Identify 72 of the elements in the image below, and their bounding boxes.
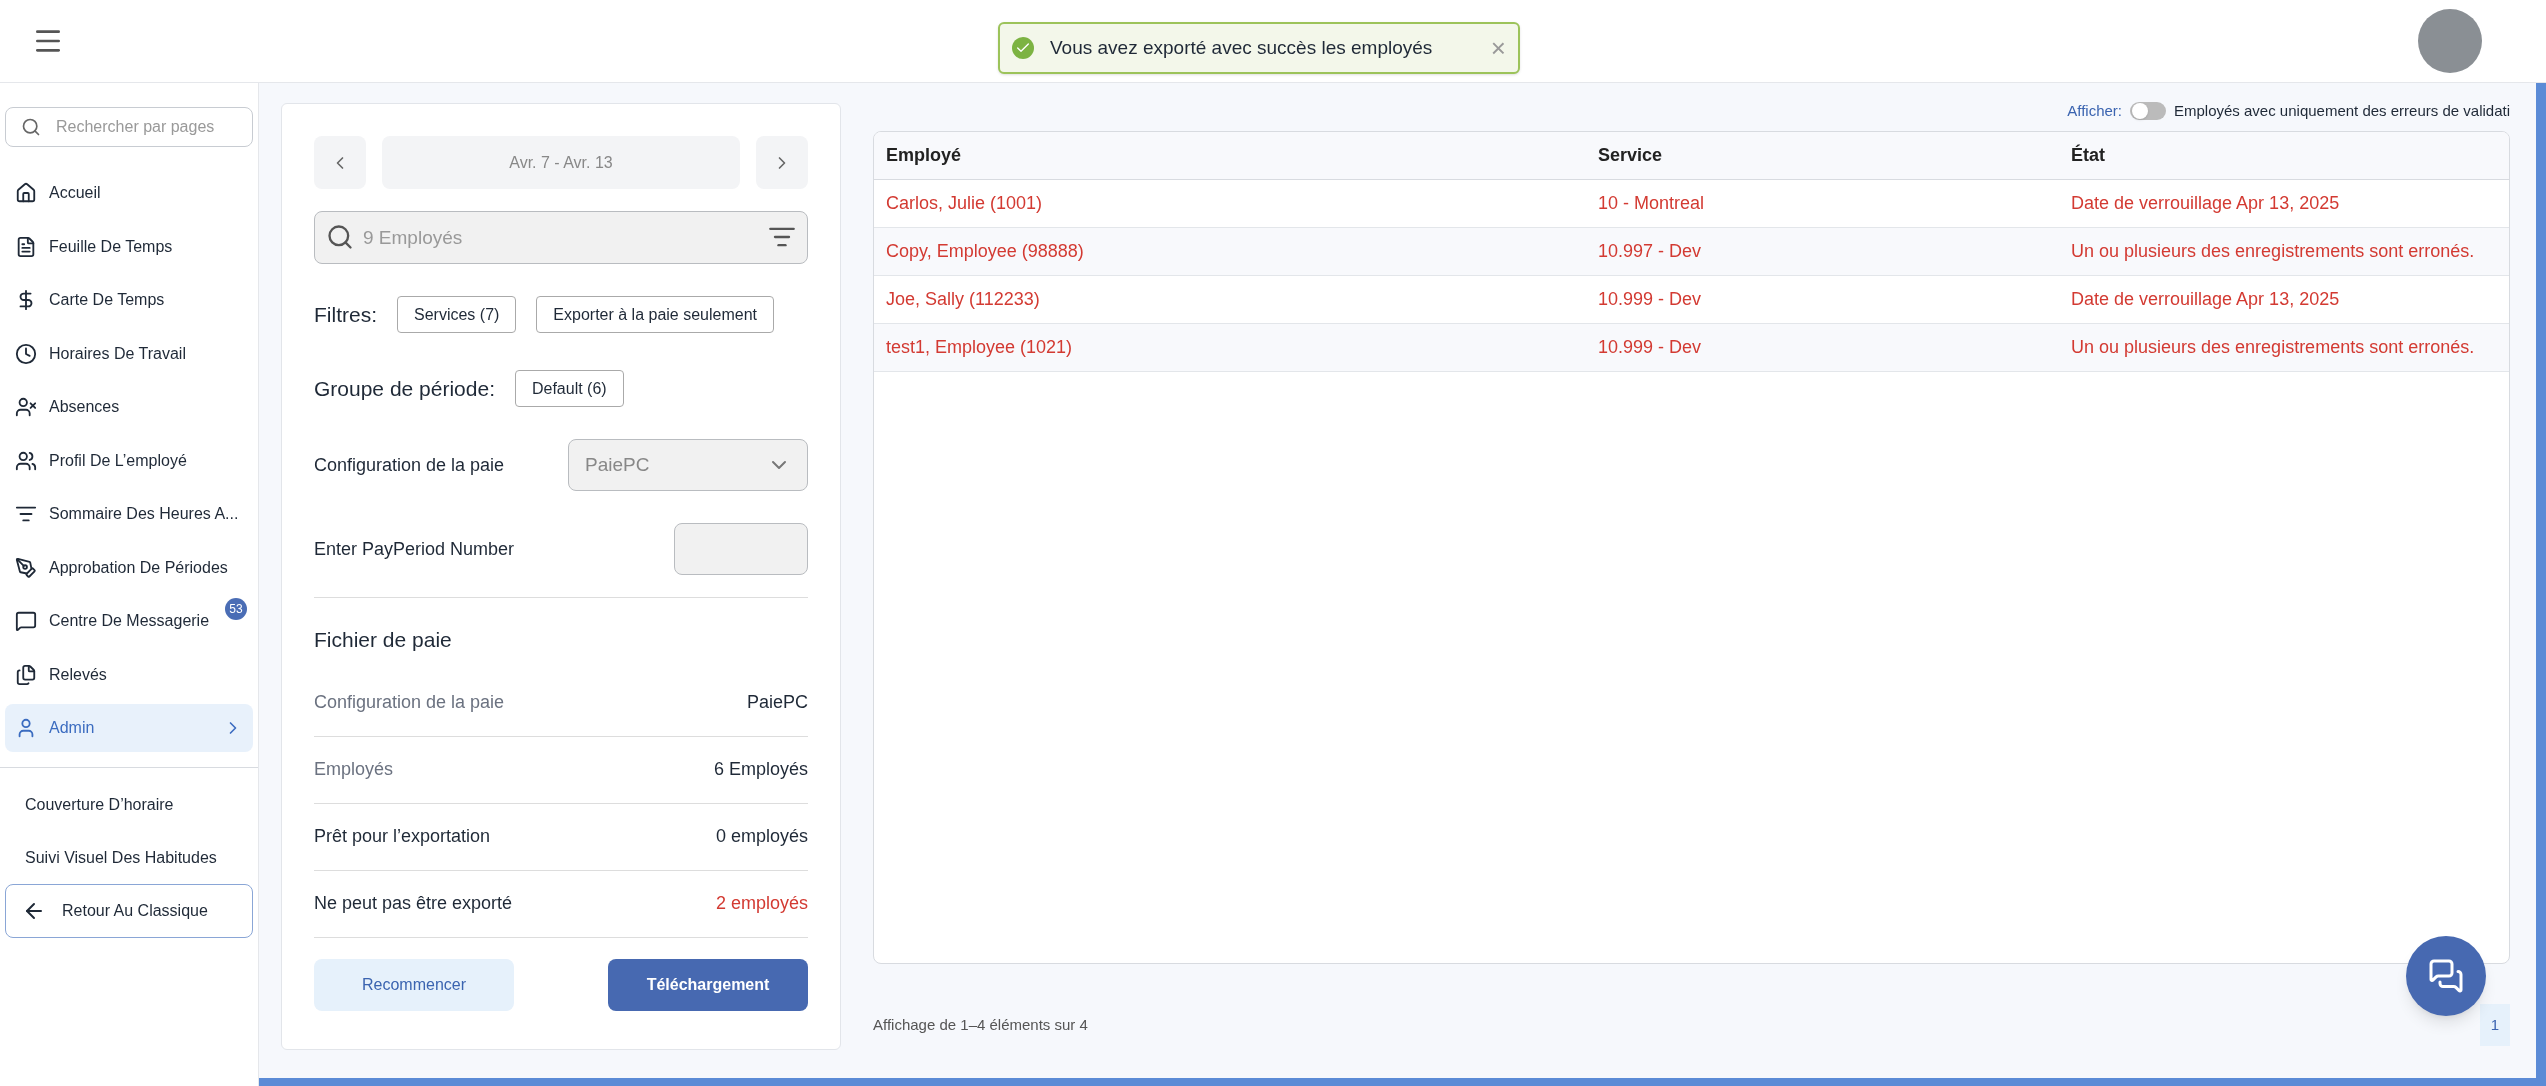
table-cell-text: Carlos, Julie (1001): [886, 192, 1044, 215]
column-header[interactable]: Service: [1598, 142, 2071, 169]
table-cell-text: 10.997 - Dev: [1598, 240, 1703, 263]
previous-button[interactable]: [314, 136, 366, 189]
filter-chip[interactable]: Services (7): [397, 296, 517, 333]
page-button[interactable]: 1: [2480, 1004, 2510, 1046]
sidebar-item[interactable]: Horaires De Travail: [5, 329, 253, 378]
pagination-summary: Affichage de 1–4 éléments sur 4: [873, 1014, 1088, 1035]
sidebar-item[interactable]: Admin: [5, 704, 253, 752]
user-x-icon: [15, 396, 37, 418]
toggle-label: Afficher:: [2067, 100, 2122, 121]
employee-search-field[interactable]: 9 Employés: [314, 211, 808, 264]
summary-label: Employés: [314, 758, 394, 781]
summary-value: 2 employés: [715, 892, 808, 915]
sidebar-item[interactable]: Absences: [5, 383, 253, 431]
config-label: Configuration de la paie: [314, 453, 505, 477]
search-icon: [326, 223, 354, 251]
summary-value: PaiePC: [746, 691, 808, 714]
search-field[interactable]: Rechercher par pages: [5, 107, 253, 147]
table-cell-text: Un ou plusieurs des enregistrements sont erronés.: [2071, 336, 2476, 359]
search-icon: [21, 117, 41, 137]
sidebar-link[interactable]: Couverture D’horaire: [0, 778, 258, 831]
table-cell-text: test1, Employee (1021): [886, 336, 1074, 359]
group-label: Groupe de période:: [314, 375, 495, 402]
files-icon: [15, 663, 37, 686]
home-icon: [15, 182, 37, 204]
sidebar-item[interactable]: Approbation De Périodes: [5, 543, 253, 592]
horizontal-scrollbar[interactable]: [259, 1078, 2536, 1086]
sidebar-link[interactable]: Suivi Visuel Des Habitudes: [0, 831, 258, 884]
summary-value: 6 Employés: [713, 758, 808, 781]
next-button[interactable]: [756, 136, 808, 189]
summary-label: Prêt pour l’exportation: [314, 825, 491, 848]
chat-icon: [15, 610, 37, 632]
back-button[interactable]: Retour Au Classique: [5, 884, 253, 938]
payperiod-label: Enter PayPeriod Number: [314, 537, 515, 561]
table-cell-text: 10 - Montreal: [1598, 192, 1706, 215]
document-icon: [15, 235, 37, 258]
sidebar-item[interactable]: Sommaire Des Heures A...: [5, 490, 253, 538]
download-button[interactable]: Téléchargement: [608, 958, 808, 1011]
pen-icon: [15, 556, 37, 579]
toggle-text: Employés avec uniquement des erreurs de validati: [2174, 100, 2510, 121]
table-cell-text: Joe, Sally (112233): [886, 288, 1041, 311]
sidebar-item[interactable]: Feuille De Temps: [5, 222, 253, 271]
group-chip[interactable]: Default (6): [514, 370, 624, 407]
restart-button[interactable]: Recommencer: [314, 958, 514, 1011]
filter-chip[interactable]: Exporter à la paie seulement: [536, 296, 775, 333]
check-icon: [1012, 37, 1034, 59]
table-cell-text: Copy, Employee (98888): [886, 240, 1085, 263]
sidebar-item[interactable]: Carte De Temps: [5, 276, 253, 324]
sidebar-item[interactable]: Profil De L’employé: [5, 436, 253, 485]
users-icon: [15, 449, 37, 472]
filters-label: Filtres:: [314, 301, 377, 328]
column-header[interactable]: Employé: [886, 142, 1598, 169]
table-cell-text: Un ou plusieurs des enregistrements sont erronés.: [2071, 240, 2476, 263]
toast-message: Vous avez exporté avec succès les employés: [1050, 35, 1434, 60]
chat-icon: [2428, 958, 2464, 994]
file-title: Fichier de paie: [314, 627, 453, 653]
table-cell-text: 10.999 - Dev: [1598, 288, 1703, 311]
sidebar-item[interactable]: Centre De Messagerie 53: [5, 597, 253, 645]
summary-value: 0 employés: [715, 825, 808, 848]
payperiod-input[interactable]: [674, 523, 808, 575]
column-header[interactable]: État: [2071, 142, 2497, 169]
toggle-switch[interactable]: [2130, 102, 2166, 120]
summary-label: Ne peut pas être exporté: [314, 892, 513, 915]
clock-icon: [15, 342, 37, 365]
table-cell-text: Date de verrouillage Apr 13, 2025: [2071, 192, 2341, 215]
table-cell-text: Date de verrouillage Apr 13, 2025: [2071, 288, 2341, 311]
sidebar-item[interactable]: Accueil: [5, 169, 253, 217]
sidebar-item[interactable]: Relevés: [5, 650, 253, 699]
count-badge: 53: [225, 598, 247, 620]
table-cell-text: 10.999 - Dev: [1598, 336, 1703, 359]
summary-label: Configuration de la paie: [314, 691, 505, 714]
